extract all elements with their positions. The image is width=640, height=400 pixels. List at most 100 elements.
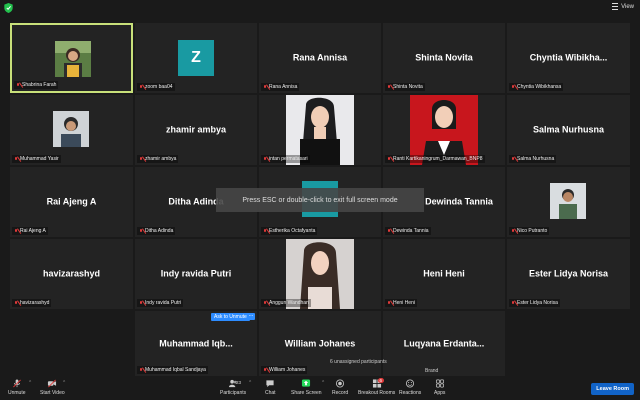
record-button[interactable]: Record <box>332 379 348 396</box>
participant-name-label: Shinta Novita <box>385 83 425 91</box>
participant-display-name: havizarashyd <box>42 268 101 279</box>
participant-display-name: Shinta Novita <box>415 52 473 63</box>
muted-mic-icon <box>387 300 391 306</box>
muted-mic-icon <box>139 228 143 234</box>
participant-name-label: Ranti Kartikaningrum_Darmawan_BNP8 <box>385 155 485 163</box>
muted-microphone-icon <box>12 379 21 388</box>
muted-mic-icon <box>387 84 391 90</box>
muted-mic-icon <box>387 228 391 234</box>
participant-display-name: Luqyana Erdanta... <box>403 338 485 348</box>
participant-name-label: zhamir ambya <box>137 155 179 163</box>
muted-mic-icon <box>511 84 515 90</box>
more-options-button[interactable]: ... <box>247 312 255 320</box>
breakout-rooms-badge: 6 <box>378 378 384 383</box>
participant-tile-ranti[interactable]: Ranti Kartikaningrum_Darmawan_BNP8 <box>383 95 505 165</box>
muted-mic-icon <box>511 156 515 162</box>
participant-tile-nico[interactable]: Nico Putranto <box>507 167 630 237</box>
muted-mic-icon <box>16 82 20 88</box>
participant-display-name: Indy ravida Putri <box>160 268 232 279</box>
participant-photo <box>550 183 586 219</box>
muted-mic-icon <box>263 84 267 90</box>
share-screen-button[interactable]: Share Screen <box>291 379 322 396</box>
participant-name-label: Muhammad Iqbal Sandjaya <box>137 366 208 374</box>
participant-name-label: William Johanes <box>261 366 308 374</box>
participant-tile-chyntia[interactable]: Chyntia Wibikha... Chyntia Wibikhansa <box>507 23 630 93</box>
video-off-icon <box>48 379 57 388</box>
participant-display-name: Rana Annisa <box>292 52 348 63</box>
participant-tile-zoom-baa04[interactable]: Z zoom baa04 <box>135 23 257 93</box>
participant-tile-heni[interactable]: Heni Heni Heni Heni <box>383 239 505 309</box>
muted-mic-icon <box>387 156 391 162</box>
muted-mic-icon <box>14 300 18 306</box>
participants-count: 23 <box>236 380 242 385</box>
participant-tile-rana[interactable]: Rana Annisa Rana Annisa <box>259 23 381 93</box>
participant-photo <box>55 41 91 77</box>
participant-tile-shabrina[interactable]: Shabrina Farah <box>10 23 133 93</box>
leave-room-button[interactable]: Leave Room <box>591 383 634 395</box>
participant-name-label: havizarashyd <box>12 299 52 307</box>
participant-name-label: Shabrina Farah <box>14 81 59 89</box>
participant-display-name: William Johanes <box>284 338 356 348</box>
view-label: View <box>621 3 634 10</box>
participant-tile-zhamir[interactable]: zhamir ambya zhamir ambya <box>135 95 257 165</box>
participant-name-label: Estherika Octafyanta <box>261 227 318 235</box>
muted-mic-icon <box>139 156 143 162</box>
audio-options-chevron-icon[interactable]: ⌃ <box>28 380 32 386</box>
muted-mic-icon <box>14 228 18 234</box>
reactions-button[interactable]: Reactions <box>399 379 421 396</box>
participant-tile-shinta[interactable]: Shinta Novita Shinta Novita <box>383 23 505 93</box>
video-options-chevron-icon[interactable]: ⌃ <box>62 380 66 386</box>
participant-name-label: Salma Nurhusna <box>509 155 557 163</box>
participant-tile-ester[interactable]: Ester Lidya Norisa Ester Lidya Norisa <box>507 239 630 309</box>
participant-name-label: Muhammad Yasir <box>12 155 61 163</box>
muted-mic-icon <box>139 84 143 90</box>
muted-mic-icon <box>511 228 515 234</box>
view-grid-icon <box>612 3 619 10</box>
shield-icon[interactable] <box>4 3 13 13</box>
participant-name-label: Rana Annisa <box>261 83 300 91</box>
participant-tile-salma[interactable]: Salma Nurhusna Salma Nurhusna <box>507 95 630 165</box>
participants-options-chevron-icon[interactable]: ⌃ <box>248 380 252 386</box>
muted-mic-icon <box>263 367 267 373</box>
participant-tile-luqyana[interactable]: Luqyana Erdanta... <box>383 311 505 376</box>
participant-name-label: Ditha Adinda <box>137 227 176 235</box>
muted-mic-icon <box>139 300 143 306</box>
apps-button[interactable]: Apps <box>434 379 445 396</box>
ask-to-unmute-button[interactable]: Ask to Unmute <box>211 313 250 321</box>
unassigned-participants-notice[interactable]: 6 unassigned participants <box>330 359 387 365</box>
participant-tile-havizarashyd[interactable]: havizarashyd havizarashyd <box>10 239 133 309</box>
view-button[interactable]: View <box>612 3 634 10</box>
muted-mic-icon <box>139 367 143 373</box>
unmute-button[interactable]: Unmute <box>8 379 26 396</box>
participant-tile-rai-ajeng[interactable]: Rai Ajeng A Rai Ajeng A <box>10 167 133 237</box>
participant-tile-yasir[interactable]: Muhammad Yasir <box>10 95 133 165</box>
breakout-rooms-button[interactable]: Breakout Rooms <box>358 379 395 396</box>
record-icon <box>336 379 345 388</box>
participant-tile-william[interactable]: William Johanes William Johanes <box>259 311 381 376</box>
participant-display-name: Ester Lidya Norisa <box>528 268 609 279</box>
participant-tile-indy[interactable]: Indy ravida Putri Indy ravida Putri <box>135 239 257 309</box>
muted-mic-icon <box>263 156 267 162</box>
chat-button[interactable]: Chat <box>265 379 276 396</box>
participant-display-name: Heni Heni <box>423 268 465 279</box>
participants-button[interactable]: Participants <box>220 379 246 396</box>
participant-tile-anggun[interactable]: Anggun Wandhan <box>259 239 381 309</box>
avatar: Z <box>178 40 214 76</box>
participant-display-name: Muhammad Iqb... <box>159 338 233 348</box>
meeting-toolbar: Unmute ⌃ Start Video ⌃ Participants 23 ⌃… <box>0 376 640 400</box>
share-screen-icon <box>302 379 311 387</box>
smiley-icon <box>406 379 415 388</box>
share-options-chevron-icon[interactable]: ⌃ <box>321 380 325 386</box>
participant-tile-muhammad-iqbal[interactable]: Muhammad Iqb... Ask to Unmute ... Muhamm… <box>135 311 257 376</box>
chat-icon <box>266 380 274 388</box>
muted-mic-icon <box>263 300 267 306</box>
muted-mic-icon <box>14 156 18 162</box>
participant-tile-intan[interactable]: intan permatasari <box>259 95 381 165</box>
muted-mic-icon <box>263 228 267 234</box>
participant-display-name: zhamir ambya <box>165 124 227 135</box>
participant-name-label: Anggun Wandhan <box>261 299 311 307</box>
start-video-button[interactable]: Start Video <box>40 379 65 396</box>
participant-name-label: intan permatasari <box>261 155 310 163</box>
participant-display-name: Dewinda Tannia <box>425 196 493 207</box>
top-bar: View <box>0 0 640 16</box>
